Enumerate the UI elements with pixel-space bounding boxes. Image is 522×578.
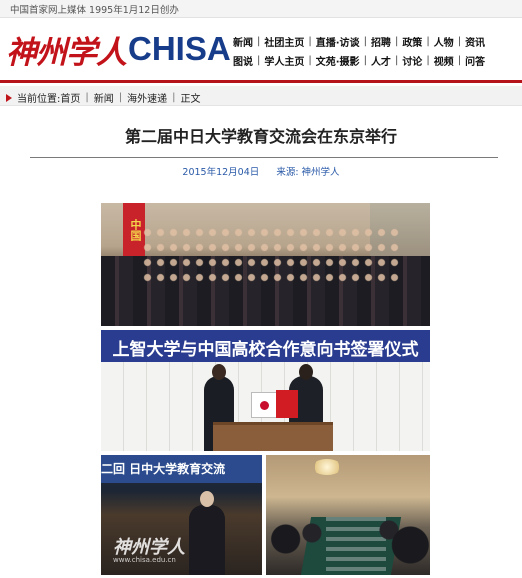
speaker-photo: 二回 日中大学教育交流 神州学人 www.chisa.edu.cn: [101, 455, 262, 575]
breadcrumb-separator: |: [172, 92, 176, 103]
nav-item-policy[interactable]: 政策: [402, 34, 422, 49]
site-logo-english[interactable]: CHISA: [128, 30, 231, 68]
nav-item-literature-photography[interactable]: 文苑·摄影: [316, 53, 360, 68]
source-label: 来源:: [276, 167, 299, 178]
nav-separator: |: [426, 36, 430, 47]
title-divider: [30, 157, 498, 158]
site-slogan: 中国首家网上媒体 1995年1月12日创办: [10, 5, 179, 16]
nav-item-qa[interactable]: 问答: [465, 53, 485, 68]
nav-item-discussion[interactable]: 讨论: [402, 53, 422, 68]
nav-item-talent[interactable]: 人才: [371, 53, 391, 68]
breadcrumb-separator: |: [118, 92, 123, 103]
nav-separator: |: [394, 55, 399, 66]
article-meta: 2015年12月04日 来源: 神州学人: [0, 164, 522, 178]
nav-separator: |: [394, 36, 399, 47]
breadcrumb-overseas[interactable]: 海外速递: [127, 90, 167, 105]
nav-separator: |: [257, 55, 261, 66]
crowd-faces: [141, 225, 401, 285]
nav-separator: |: [257, 36, 261, 47]
breadcrumb-label: 当前位置:: [17, 94, 61, 105]
nav-separator: |: [457, 36, 462, 47]
nav-item-live-interview[interactable]: 直播·访谈: [316, 34, 360, 49]
article-source[interactable]: 神州学人: [302, 167, 340, 178]
photo-watermark-url: www.chisa.edu.cn: [113, 556, 176, 564]
conference-banner-text: 二回 日中大学教育交流: [101, 462, 226, 476]
nav-item-photo-news[interactable]: 图说: [233, 53, 253, 68]
nav-item-scholar-home[interactable]: 学人主页: [264, 53, 304, 68]
ceremony-banner-text: 上智大学与中国高校合作意向书签署仪式: [112, 340, 419, 360]
nav-separator: |: [363, 36, 367, 47]
group-photo: 中国: [101, 203, 430, 326]
nav-separator: |: [308, 36, 312, 47]
nav-item-video[interactable]: 视频: [434, 53, 454, 68]
main-nav: 新闻 | 社团主页 | 直播·访谈 | 招聘 | 政策 | 人物 | 资讯 图说…: [233, 32, 519, 70]
breadcrumb: 当前位置: 首页 | 新闻 | 海外速递 | 正文: [6, 90, 201, 105]
breadcrumb-bar: 当前位置: 首页 | 新闻 | 海外速递 | 正文: [0, 86, 522, 106]
article-title: 第二届中日大学教育交流会在东京举行: [124, 127, 397, 146]
nav-item-people[interactable]: 人物: [434, 34, 454, 49]
breadcrumb-news[interactable]: 新闻: [94, 90, 114, 105]
signing-ceremony-photo: 上智大学与中国高校合作意向书签署仪式: [101, 330, 430, 451]
nav-row-1: 新闻 | 社团主页 | 直播·访谈 | 招聘 | 政策 | 人物 | 资讯: [233, 32, 519, 51]
site-header: 神州学人 CHISA 新闻 | 社团主页 | 直播·访谈 | 招聘 | 政策 |…: [0, 18, 522, 80]
breadcrumb-separator: |: [85, 92, 89, 103]
location-arrow-icon: [6, 93, 12, 102]
nav-separator: |: [363, 55, 367, 66]
nav-row-2: 图说 | 学人主页 | 文苑·摄影 | 人才 | 讨论 | 视频 | 问答: [233, 51, 519, 70]
site-logo-chinese[interactable]: 神州学人: [6, 27, 127, 72]
article-date: 2015年12月04日: [182, 167, 260, 178]
participants: [266, 515, 430, 575]
nav-item-jobs[interactable]: 招聘: [371, 34, 391, 49]
roundtable-photo: [266, 455, 430, 575]
header-divider: [0, 80, 522, 83]
china-flag-folder: [276, 390, 298, 418]
chandelier: [312, 459, 342, 475]
nav-separator: |: [426, 55, 430, 66]
japan-flag-folder: [251, 392, 277, 418]
nav-separator: |: [308, 55, 312, 66]
breadcrumb-home[interactable]: 首页: [60, 90, 80, 105]
nav-item-info[interactable]: 资讯: [465, 34, 485, 49]
speaker: [189, 491, 225, 575]
nav-item-news[interactable]: 新闻: [233, 34, 253, 49]
nav-separator: |: [457, 55, 462, 66]
breadcrumb-current: 正文: [180, 94, 201, 105]
nav-item-society-home[interactable]: 社团主页: [264, 34, 304, 49]
podium: [213, 422, 333, 451]
top-bar: 中国首家网上媒体 1995年1月12日创办: [0, 0, 522, 18]
